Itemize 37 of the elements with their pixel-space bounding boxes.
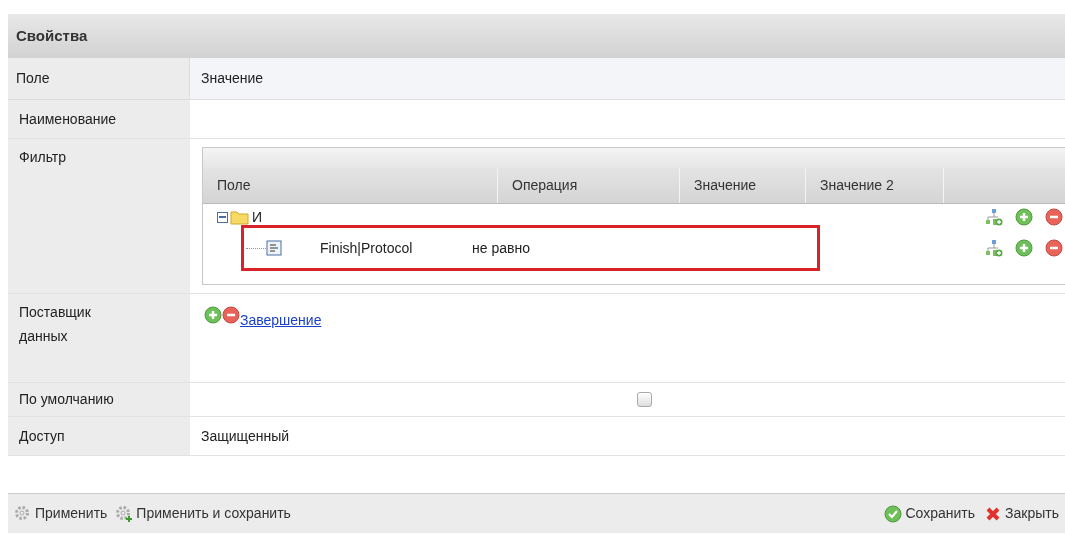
condition-icon (266, 240, 282, 256)
collapse-icon[interactable] (217, 211, 228, 223)
property-value: Защищенный (201, 426, 290, 446)
column-header: Поле (16, 69, 50, 88)
add-icon[interactable] (1015, 208, 1033, 226)
panel-title: Свойства (16, 25, 88, 46)
save-button[interactable]: Сохранить (883, 503, 976, 524)
toolbar-button[interactable]: Применить и сохранить (115, 503, 291, 524)
add-icon[interactable] (204, 306, 222, 324)
gear-icon (14, 504, 32, 523)
remove-icon[interactable] (222, 306, 240, 324)
remove-icon[interactable] (1045, 208, 1063, 226)
field-name: Finish|Protocol (320, 238, 414, 258)
provider-link[interactable]: Завершение (240, 310, 322, 331)
hierarchy-add-icon[interactable] (985, 239, 1003, 257)
add-icon[interactable] (1015, 239, 1033, 257)
tree-node-label[interactable]: И (252, 206, 263, 228)
property-label: По умолчанию (19, 390, 114, 409)
property-label: Наименование (19, 109, 117, 129)
close-button[interactable]: Закрыть (985, 503, 1059, 524)
column-header[interactable]: Значение (680, 168, 806, 203)
column-header[interactable]: Операция (498, 168, 680, 203)
property-label: Фильтр (19, 149, 67, 165)
checkbox[interactable] (637, 392, 652, 407)
column-header: Значение (201, 69, 264, 88)
check-icon (883, 504, 902, 523)
property-label: Поставщик данных (19, 303, 92, 346)
folder-icon (230, 209, 250, 225)
toolbar-button[interactable]: Применить (14, 503, 108, 524)
column-header[interactable]: Поле (203, 168, 498, 203)
gear-plus-icon (115, 504, 134, 523)
remove-icon[interactable] (1045, 239, 1063, 257)
property-label: Доступ (19, 426, 65, 446)
close-icon (985, 505, 1002, 522)
hierarchy-add-icon[interactable] (985, 208, 1003, 226)
operation-value: не равно (472, 238, 530, 258)
column-header[interactable]: Значение 2 (806, 168, 944, 203)
